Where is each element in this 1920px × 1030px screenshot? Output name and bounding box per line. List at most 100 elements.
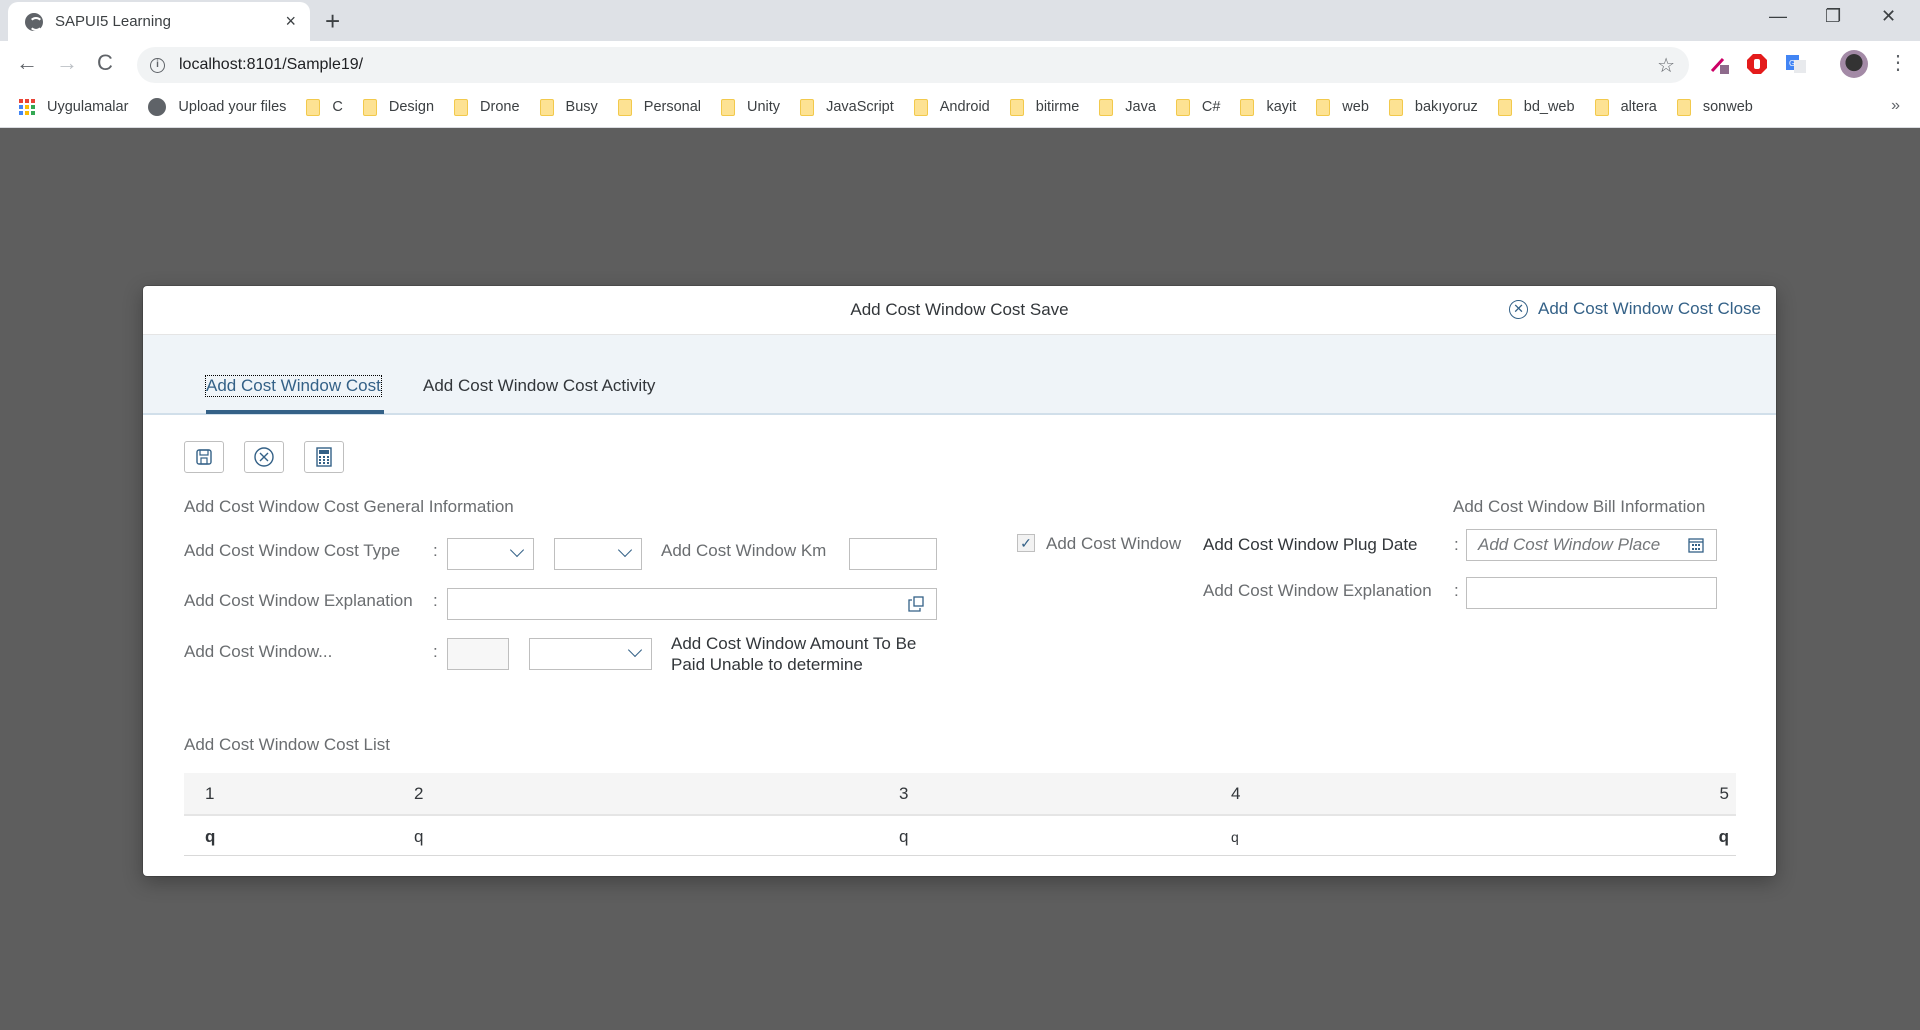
calendar-icon[interactable] [1688, 537, 1704, 553]
folder-icon [617, 98, 632, 116]
cancel-button[interactable] [244, 441, 284, 473]
folder-icon [454, 98, 469, 116]
info-icon[interactable]: i [150, 57, 165, 73]
bookmark-folder[interactable]: bd_web [1497, 98, 1575, 116]
restore-button[interactable]: ❐ [1825, 6, 1841, 27]
chrome-menu-button[interactable]: ⋮ [1888, 51, 1908, 75]
column-header[interactable]: 4 [1231, 784, 1240, 804]
km-input[interactable] [849, 538, 937, 570]
column-header[interactable]: 1 [205, 784, 214, 804]
bookmark-folder[interactable]: C# [1175, 98, 1220, 116]
browser-toolbar: ← → C i localhost:8101/Sample19/ ☆ G ⋮ [0, 41, 1920, 87]
table-cell: q [414, 827, 424, 846]
folder-icon [539, 98, 554, 116]
dialog-close-button[interactable]: ✕ Add Cost Window Cost Close [1509, 299, 1761, 319]
folder-icon [1316, 98, 1331, 116]
explanation-input[interactable] [447, 588, 937, 620]
column-header[interactable]: 2 [414, 784, 423, 804]
bookmark-folder[interactable]: C [306, 98, 343, 116]
folder-icon [1175, 98, 1190, 116]
folder-icon [1676, 98, 1691, 116]
bill-explanation-label: Add Cost Window Explanation [1203, 581, 1432, 600]
close-tab-icon[interactable]: × [285, 11, 296, 32]
close-circle-icon: ✕ [1509, 299, 1529, 319]
column-header[interactable]: 5 [1720, 784, 1729, 804]
table-row[interactable]: q q q q q [184, 816, 1736, 856]
bookmark-upload[interactable]: Upload your files [148, 98, 286, 116]
bookmark-folder[interactable]: Android [913, 98, 990, 116]
bill-explanation-input[interactable] [1466, 577, 1717, 609]
bookmark-apps[interactable]: Uygulamalar [19, 99, 128, 115]
translate-extension-icon[interactable]: G [1785, 53, 1807, 75]
bookmark-folder[interactable]: altera [1594, 98, 1657, 116]
minimize-button[interactable]: — [1769, 6, 1787, 27]
tab-add-cost[interactable]: Add Cost Window Cost [205, 375, 382, 397]
dialog-title: Add Cost Window Cost Save [850, 300, 1069, 319]
bookmark-folder[interactable]: kayit [1240, 98, 1296, 116]
folder-icon [1009, 98, 1024, 116]
table-cell: q [205, 827, 216, 846]
plug-date-picker[interactable]: Add Cost Window Place [1466, 529, 1717, 561]
checkbox-label[interactable]: Add Cost Window [1046, 534, 1181, 554]
new-tab-button[interactable]: + [325, 6, 340, 36]
folder-icon [1594, 98, 1609, 116]
folder-icon [721, 98, 736, 116]
bookmark-folder[interactable]: Unity [721, 98, 780, 116]
add-cost-dialog: Add Cost Window Cost Save ✕ Add Cost Win… [143, 286, 1776, 876]
general-info-title: Add Cost Window Cost General Information [184, 497, 514, 516]
folder-icon [800, 98, 815, 116]
bookmark-folder[interactable]: bakıyoruz [1388, 98, 1478, 116]
dialog-close-label: Add Cost Window Cost Close [1538, 299, 1761, 318]
colon: : [433, 642, 438, 661]
window-input[interactable] [447, 638, 509, 670]
window-select[interactable] [529, 638, 652, 670]
profile-avatar[interactable] [1840, 50, 1868, 78]
bookmark-star-icon[interactable]: ☆ [1657, 53, 1675, 78]
bookmark-folder[interactable]: bitirme [1009, 98, 1079, 116]
cost-subtype-select[interactable] [554, 538, 642, 570]
plug-date-placeholder: Add Cost Window Place [1478, 535, 1661, 554]
bookmark-folder[interactable]: Drone [454, 98, 520, 116]
browser-tab[interactable]: SAPUI5 Learning × [8, 2, 310, 41]
cost-type-label: Add Cost Window Cost Type [184, 541, 401, 560]
column-header[interactable]: 3 [899, 784, 908, 804]
url-text: localhost:8101/Sample19/ [179, 56, 364, 73]
bookmark-folder[interactable]: JavaScript [800, 98, 894, 116]
chevron-down-icon [627, 642, 643, 658]
save-button[interactable] [184, 441, 224, 473]
bookmark-folder[interactable]: web [1316, 98, 1369, 116]
icon-tab-bar: Add Cost Window Cost Add Cost Window Cos… [143, 335, 1776, 415]
tab-title: SAPUI5 Learning [55, 13, 171, 30]
bookmarks-overflow-button[interactable]: » [1891, 97, 1900, 115]
bookmark-folder[interactable]: Design [362, 98, 434, 116]
table-cell: q [1718, 827, 1729, 846]
close-window-button[interactable]: ✕ [1881, 6, 1896, 27]
calculator-button[interactable] [304, 441, 344, 473]
bookmark-folder[interactable]: Personal [617, 98, 701, 116]
back-button[interactable]: ← [16, 51, 38, 75]
eyedropper-extension-icon[interactable] [1708, 53, 1730, 75]
chevron-down-icon [509, 542, 525, 558]
cost-type-select[interactable] [447, 538, 534, 570]
value-help-icon[interactable] [908, 596, 924, 612]
forward-button[interactable]: → [56, 51, 78, 75]
selected-tab-indicator [206, 410, 384, 414]
apps-grid-icon [19, 99, 35, 115]
reload-button[interactable]: C [97, 51, 113, 75]
adblock-extension-icon[interactable] [1746, 53, 1768, 75]
bookmark-folder[interactable]: Java [1099, 98, 1156, 116]
colon: : [433, 591, 438, 610]
explanation-label: Add Cost Window Explanation [184, 591, 413, 610]
amount-label: Add Cost Window Amount To Be Paid Unable… [671, 634, 917, 674]
browser-tab-strip: SAPUI5 Learning × + — ❐ ✕ [0, 0, 1920, 41]
bookmark-folder[interactable]: Busy [539, 98, 598, 116]
folder-icon [1497, 98, 1512, 116]
save-icon [196, 449, 212, 465]
folder-icon [913, 98, 928, 116]
calculator-icon [316, 447, 332, 467]
tab-add-cost-activity[interactable]: Add Cost Window Cost Activity [423, 376, 655, 396]
add-cost-window-checkbox[interactable]: ✓ [1017, 534, 1035, 552]
address-bar[interactable]: i localhost:8101/Sample19/ ☆ [137, 47, 1689, 83]
bookmark-folder[interactable]: sonweb [1676, 98, 1753, 116]
cancel-icon [254, 447, 274, 467]
